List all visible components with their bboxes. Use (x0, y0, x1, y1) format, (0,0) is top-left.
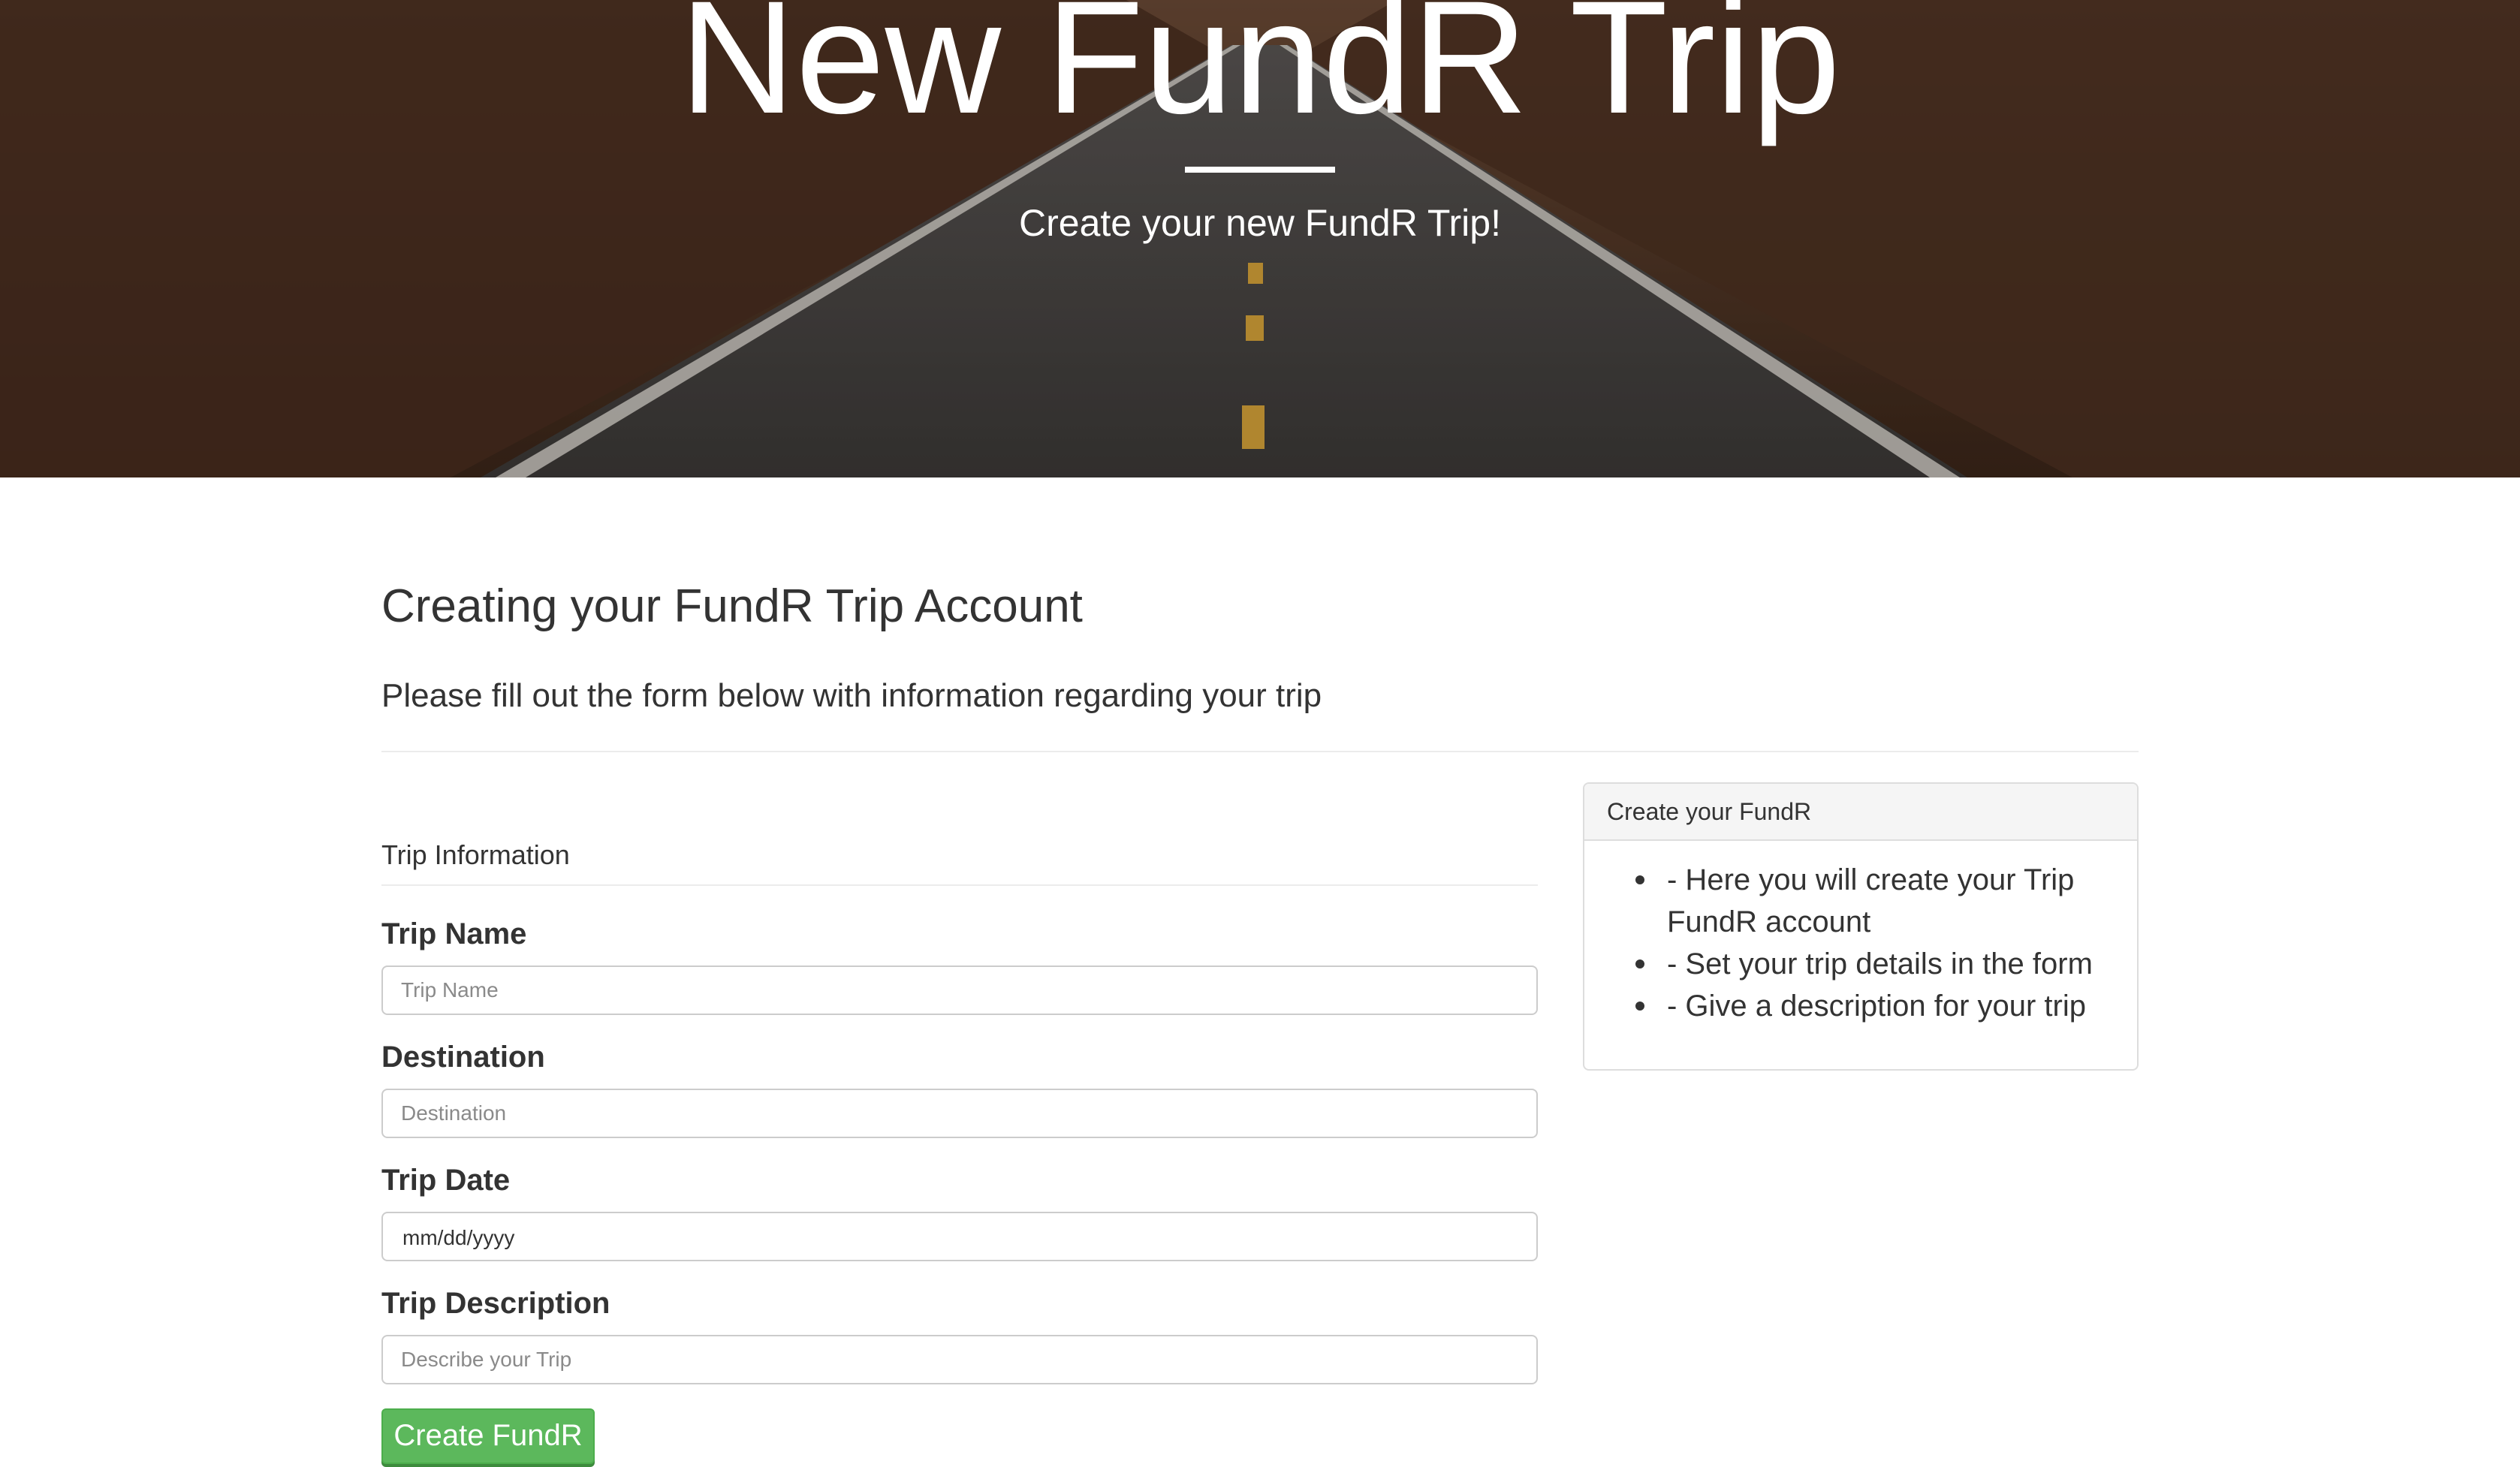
list-item-text: - Set your trip details in the form (1667, 947, 2093, 981)
section-divider (381, 751, 2139, 752)
form-legend: Trip Information (381, 839, 570, 870)
page-title: Creating your FundR Trip Account (381, 580, 1083, 632)
info-list: - Here you will create your Trip FundR a… (1584, 859, 2137, 1027)
bullet-icon (1635, 959, 1644, 968)
trip-name-label: Trip Name (381, 917, 527, 950)
hero-divider (1185, 167, 1335, 173)
list-item: - Give a description for your trip (1584, 985, 2137, 1027)
legend-divider (381, 884, 1538, 886)
create-fundr-button[interactable]: Create FundR (381, 1408, 595, 1464)
destination-input[interactable] (381, 1089, 1538, 1138)
hero-subtitle: Create your new FundR Trip! (1019, 202, 1501, 244)
trip-date-value: mm/dd/yyyy (402, 1226, 515, 1249)
trip-date-input[interactable]: mm/dd/yyyy (381, 1212, 1538, 1261)
bullet-icon (1635, 1002, 1644, 1011)
hero-title: New FundR Trip (679, 0, 1841, 147)
bullet-icon (1635, 875, 1644, 884)
list-item: - Here you will create your Trip FundR a… (1584, 859, 2137, 943)
list-item-text: - Give a description for your trip (1667, 990, 2086, 1023)
list-item-text: - Here you will create your Trip FundR a… (1667, 863, 2075, 938)
hero-banner: New FundR Trip Create your new FundR Tri… (0, 0, 2520, 477)
list-item: - Set your trip details in the form (1584, 943, 2137, 985)
page-lead-text: Please fill out the form below with info… (381, 677, 1322, 714)
info-panel: Create your FundR - Here you will create… (1583, 782, 2139, 1071)
panel-heading: Create your FundR (1584, 784, 2137, 841)
trip-name-input[interactable] (381, 965, 1538, 1015)
panel-body: - Here you will create your Trip FundR a… (1584, 841, 2137, 1027)
trip-date-label: Trip Date (381, 1164, 511, 1197)
trip-description-input[interactable] (381, 1335, 1538, 1384)
trip-description-label: Trip Description (381, 1287, 610, 1320)
destination-label: Destination (381, 1041, 545, 1074)
